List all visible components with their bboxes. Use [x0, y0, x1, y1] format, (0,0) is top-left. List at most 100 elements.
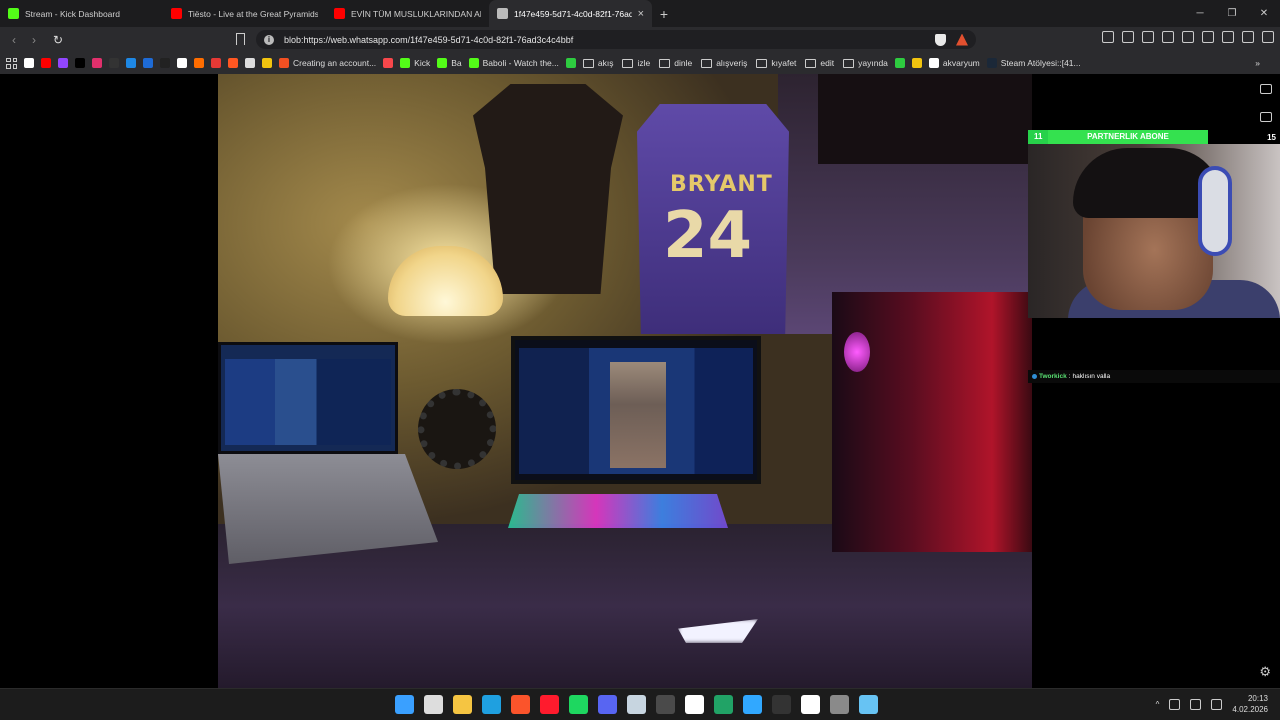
picture-in-picture-icon[interactable]	[1260, 112, 1272, 122]
sub-goal-label: PARTNERLIK ABONE	[1048, 130, 1208, 144]
media-icon[interactable]	[1162, 31, 1174, 43]
bookmark-item[interactable]: Baboli - Watch the...	[468, 58, 559, 68]
folder-label: dinle	[674, 58, 693, 68]
bookmark-icon[interactable]	[236, 33, 245, 45]
capcut-icon[interactable]	[685, 695, 704, 714]
tab-0[interactable]: Stream - Kick Dashboard	[0, 0, 163, 27]
reload-button[interactable]: ↻	[48, 30, 68, 50]
bookmark-folder[interactable]: izle	[622, 58, 650, 68]
clock-date: 4.02.2026	[1232, 705, 1268, 714]
paint-icon[interactable]	[801, 695, 820, 714]
address-bar[interactable]: i blob:https://web.whatsapp.com/1f47e459…	[256, 30, 976, 49]
tab-3[interactable]: 1f47e459-5d71-4c0d-82f1-76ad ×	[489, 0, 652, 27]
menu-icon[interactable]	[1262, 31, 1274, 43]
windows-icon[interactable]	[395, 695, 414, 714]
screenshot-icon[interactable]	[1142, 31, 1154, 43]
tab-title: EVİN TÜM MUSLUKLARINDAN ALKO	[351, 8, 481, 19]
bookmark-folder[interactable]: yayında	[843, 58, 888, 68]
volume-icon[interactable]	[1211, 698, 1223, 710]
toolbar: ‹ › ↻ i blob:https://web.whatsapp.com/1f…	[0, 27, 1280, 52]
site-info-icon[interactable]: i	[264, 34, 274, 45]
settings-icon[interactable]	[830, 695, 849, 714]
discord-icon[interactable]	[598, 695, 617, 714]
open-external-icon[interactable]	[1260, 84, 1272, 94]
bookmark-item[interactable]: Creating an account...	[279, 58, 376, 68]
tab-2[interactable]: EVİN TÜM MUSLUKLARINDAN ALKO	[326, 0, 489, 27]
bookmark-item[interactable]	[109, 58, 119, 68]
bookmark-item[interactable]	[75, 58, 85, 68]
bookmark-item[interactable]	[911, 58, 922, 68]
system-tray: ^ 20:13 4.02.2026	[1156, 693, 1268, 715]
bookmark-folder[interactable]: dinle	[659, 58, 692, 68]
brave-icon[interactable]	[511, 695, 530, 714]
network-icon[interactable]	[1190, 698, 1202, 710]
bookmark-item[interactable]	[383, 58, 394, 68]
edge-icon[interactable]	[482, 695, 501, 714]
maximize-button[interactable]: ❐	[1216, 0, 1248, 27]
bookmark-item[interactable]	[41, 58, 51, 68]
brave-rewards-icon[interactable]	[956, 33, 968, 46]
bookmarks-overflow-button[interactable]: »	[1255, 58, 1260, 68]
bookmark-folder[interactable]: akış	[582, 58, 613, 68]
back-button[interactable]: ‹	[4, 30, 24, 50]
url-text[interactable]: blob:https://web.whatsapp.com/1f47e459-5…	[284, 35, 573, 45]
settings-gear-icon[interactable]: ⚙	[1259, 664, 1271, 680]
bookmark-item[interactable]: akvaryum	[928, 58, 980, 68]
bookmark-item[interactable]	[228, 58, 238, 68]
bookmark-favicon-icon	[383, 58, 394, 68]
sidebar-icon[interactable]	[1182, 31, 1194, 43]
bookmark-item[interactable]	[58, 58, 68, 68]
forward-button[interactable]: ›	[24, 30, 44, 50]
bookmark-item[interactable]	[245, 58, 255, 68]
bookmark-item[interactable]	[262, 58, 272, 68]
folder-icon	[622, 58, 634, 68]
files-icon[interactable]	[453, 695, 472, 714]
vpn-icon[interactable]	[1102, 31, 1114, 43]
bookmark-item[interactable]: Kick	[400, 58, 430, 68]
spotify-icon[interactable]	[569, 695, 588, 714]
bookmark-item[interactable]	[211, 58, 221, 68]
bookmark-item[interactable]	[894, 58, 905, 68]
tab-close-button[interactable]: ×	[638, 8, 644, 20]
bookmark-item[interactable]: Ba	[437, 58, 462, 68]
steam-icon[interactable]	[627, 695, 646, 714]
bookmark-item[interactable]: Steam Atölyesi::[41...	[986, 58, 1081, 68]
excel-icon[interactable]	[714, 695, 733, 714]
bookmark-item[interactable]	[194, 58, 204, 68]
brave-shield-icon[interactable]	[935, 33, 946, 46]
bookmark-item[interactable]	[126, 58, 136, 68]
bookmark-item[interactable]	[24, 58, 34, 68]
shield-icon[interactable]	[1242, 31, 1254, 43]
new-tab-button[interactable]: +	[652, 0, 676, 27]
bookmark-favicon-icon	[468, 58, 479, 68]
microphone-icon[interactable]	[1169, 698, 1181, 710]
notepad-icon[interactable]	[859, 695, 878, 714]
calculator-icon[interactable]	[656, 695, 675, 714]
bookmark-folder[interactable]: alışveriş	[701, 58, 747, 68]
bookmark-folder[interactable]: edit	[805, 58, 834, 68]
photoshop-icon[interactable]	[743, 695, 762, 714]
search-icon[interactable]	[424, 695, 443, 714]
minimize-button[interactable]: ─	[1184, 0, 1216, 27]
tray-overflow-button[interactable]: ^	[1156, 700, 1160, 709]
webcam-overlay: 11 PARTNERLIK ABONE 15	[1028, 130, 1280, 318]
bookmark-item[interactable]	[160, 58, 170, 68]
opera-icon[interactable]	[540, 695, 559, 714]
folder-icon	[701, 58, 713, 68]
folder-label: edit	[820, 58, 835, 68]
bookmark-folder[interactable]: kıyafet	[756, 58, 796, 68]
leo-icon[interactable]	[1222, 31, 1234, 43]
bookmark-item[interactable]	[92, 58, 102, 68]
chat-text: haklısın valla	[1072, 373, 1111, 380]
tab-1[interactable]: Tiësto - Live at the Great Pyramids of	[163, 0, 326, 27]
bookmark-item[interactable]	[177, 58, 187, 68]
bookmarks-bar: Creating an account... Kick Ba Baboli - Wat…	[0, 52, 1280, 74]
close-window-button[interactable]: ✕	[1248, 0, 1280, 27]
bookmark-item[interactable]	[565, 58, 576, 68]
obs-icon[interactable]	[772, 695, 791, 714]
bookmark-item[interactable]	[143, 58, 153, 68]
clock[interactable]: 20:13 4.02.2026	[1232, 693, 1268, 715]
apps-icon[interactable]	[6, 57, 17, 69]
extensions-icon[interactable]	[1122, 31, 1134, 43]
wallet-icon[interactable]	[1202, 31, 1214, 43]
